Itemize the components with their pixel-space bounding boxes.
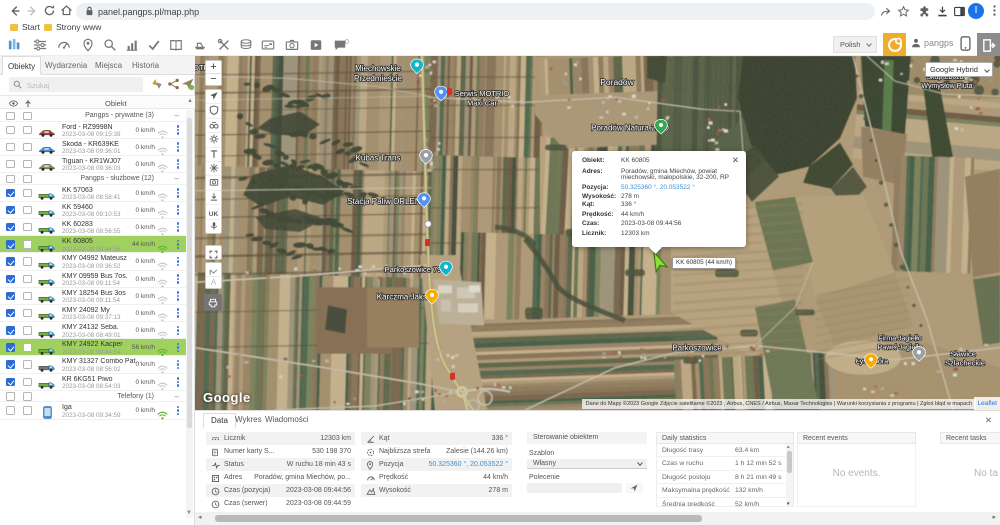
- svg-text:Sławice: Sławice: [950, 350, 976, 359]
- svg-text:Przedmieście: Przedmieście: [354, 74, 403, 83]
- svg-text:Parkoszowice 79: Parkoszowice 79: [385, 265, 442, 274]
- svg-text:Stacja Paliw ORLEN: Stacja Paliw ORLEN: [347, 197, 421, 206]
- svg-text:Poradów: Poradów: [600, 77, 634, 87]
- svg-text:Miechowskie: Miechowskie: [355, 64, 401, 73]
- svg-text:Firma Jagiełło: Firma Jagiełło: [878, 336, 922, 343]
- svg-text:Maxi Car: Maxi Car: [467, 98, 497, 107]
- svg-text:Wymysłów Pluta: Wymysłów Pluta: [921, 83, 972, 90]
- svg-text:Szlacheckie: Szlacheckie: [945, 359, 985, 368]
- svg-text:Kubas Trans: Kubas Trans: [356, 154, 401, 163]
- svg-text:Serwis MOTRIO: Serwis MOTRIO: [455, 89, 510, 98]
- svg-text:Parkoszowice: Parkoszowice: [672, 344, 722, 353]
